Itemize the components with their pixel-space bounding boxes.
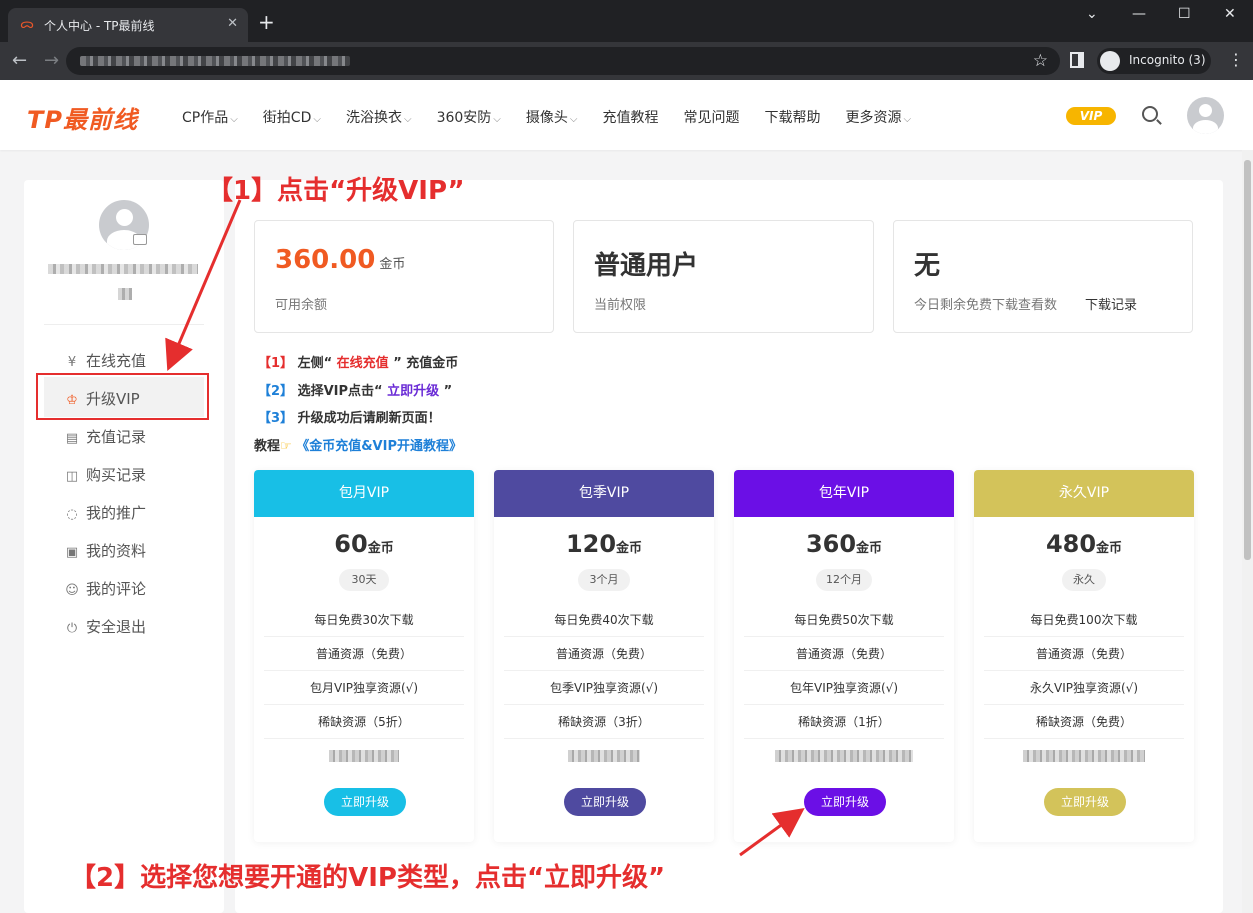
annotation-arrows — [165, 199, 805, 857]
arrow-to-upgrade-vip — [165, 199, 242, 372]
arrow-to-upgrade-button — [739, 807, 805, 857]
scrollbar-thumb[interactable] — [1244, 160, 1251, 560]
